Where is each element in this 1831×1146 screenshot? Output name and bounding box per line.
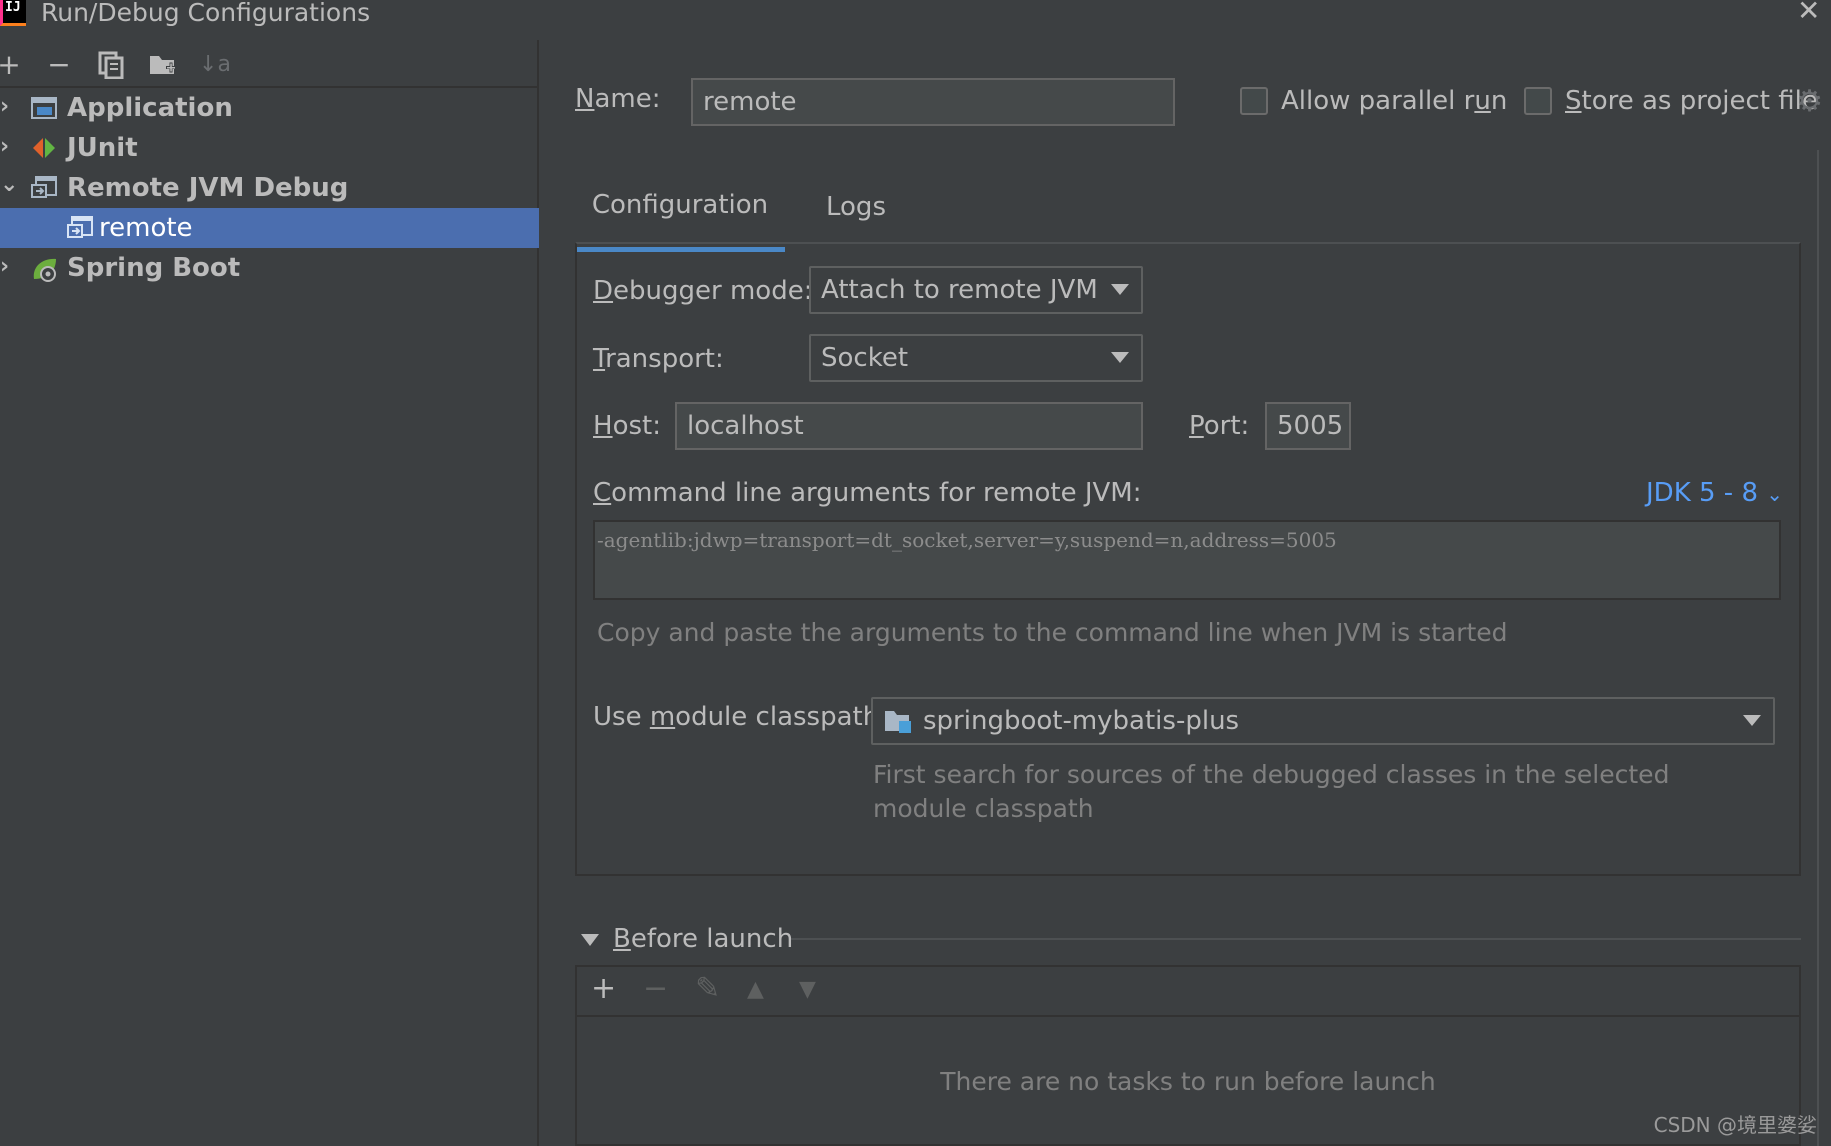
folder-add-icon[interactable] — [146, 48, 180, 82]
port-input[interactable]: 5005 — [1265, 402, 1351, 450]
chevron-right-icon[interactable]: › — [0, 256, 16, 278]
tree-item-label: remote — [99, 213, 193, 243]
tree-item-remote[interactable]: remote — [0, 208, 539, 248]
module-folder-icon — [883, 707, 915, 735]
store-as-project-file-label: Store as project file — [1565, 86, 1818, 116]
before-launch-header[interactable]: Before launch — [581, 924, 793, 954]
module-classpath-label: Use module classpath: — [593, 702, 888, 732]
sort-icon[interactable]: ↓a — [198, 48, 232, 82]
intellij-app-icon: IJ — [0, 0, 26, 26]
tree-item-junit[interactable]: › JUnit — [0, 128, 539, 168]
spring-boot-icon — [30, 255, 58, 282]
tree-item-label: JUnit — [67, 133, 138, 163]
module-classpath-value: springboot-mybatis-plus — [923, 706, 1240, 736]
debugger-mode-value: Attach to remote JVM — [821, 275, 1098, 305]
tree-item-label: Remote JVM Debug — [67, 173, 349, 203]
tree-item-spring-boot[interactable]: › Spring Boot — [0, 248, 539, 288]
allow-parallel-run-checkbox[interactable] — [1240, 87, 1268, 115]
host-input[interactable]: localhost — [675, 402, 1143, 450]
before-launch-panel: + − ✎ ▲ ▼ There are no tasks to run befo… — [575, 965, 1801, 1146]
configurations-tree-panel: + − ↓a › Application › JUnit ⌄ Remote JV… — [0, 40, 539, 1146]
transport-value: Socket — [821, 343, 909, 373]
module-classpath-dropdown[interactable]: springboot-mybatis-plus — [871, 697, 1775, 745]
store-as-project-file-checkbox[interactable] — [1524, 87, 1552, 115]
remove-icon[interactable]: − — [42, 48, 76, 82]
dropdown-arrow-icon — [1743, 715, 1761, 726]
gear-icon[interactable]: ⚙ — [1796, 84, 1823, 119]
chevron-down-icon: ⌄ — [1766, 482, 1784, 506]
tab-configuration[interactable]: Configuration — [575, 162, 785, 252]
window-title: Run/Debug Configurations — [41, 0, 371, 27]
move-up-icon[interactable]: ▲ — [747, 977, 764, 1002]
port-label: Port: — [1189, 411, 1250, 441]
chevron-down-icon[interactable]: ⌄ — [0, 174, 18, 196]
tree-item-label: Spring Boot — [67, 253, 241, 283]
configurations-tree: › Application › JUnit ⌄ Remote JVM Debug… — [0, 88, 539, 288]
before-launch-empty-text: There are no tasks to run before launch — [940, 1067, 1436, 1096]
dropdown-arrow-icon — [1111, 352, 1129, 363]
tree-item-remote-jvm-debug[interactable]: ⌄ Remote JVM Debug — [0, 168, 539, 208]
tree-toolbar: + − ↓a — [0, 40, 539, 88]
triangle-down-icon — [581, 933, 599, 946]
move-down-icon[interactable]: ▼ — [799, 977, 816, 1002]
close-icon[interactable]: ✕ — [1797, 0, 1821, 25]
remote-debug-icon — [30, 175, 58, 201]
cmd-args-textarea[interactable]: -agentlib:jdwp=transport=dt_socket,serve… — [593, 520, 1781, 600]
module-hint-line-2: module classpath — [873, 794, 1094, 823]
chevron-right-icon[interactable]: › — [0, 136, 16, 158]
debugger-mode-dropdown[interactable]: Attach to remote JVM — [809, 266, 1143, 314]
before-launch-separator — [791, 938, 1801, 940]
tree-item-application[interactable]: › Application — [0, 88, 539, 128]
module-hint-line-1: First search for sources of the debugged… — [873, 760, 1670, 789]
add-icon[interactable]: + — [0, 48, 26, 82]
host-label: Host: — [593, 411, 661, 441]
before-launch-toolbar: + − ✎ ▲ ▼ — [577, 967, 1799, 1017]
vertical-scrollbar[interactable] — [1817, 150, 1831, 1146]
configuration-editor: Name: remote Allow parallel run Store as… — [541, 40, 1831, 1146]
tab-logs[interactable]: Logs — [801, 162, 911, 252]
debugger-mode-label: Debugger mode: — [593, 276, 813, 306]
chevron-right-icon[interactable]: › — [0, 96, 16, 118]
transport-dropdown[interactable]: Socket — [809, 334, 1143, 382]
remote-debug-icon — [66, 215, 94, 241]
junit-icon — [30, 135, 58, 161]
application-icon — [30, 95, 58, 121]
name-label: Name: — [575, 84, 661, 114]
allow-parallel-run-label: Allow parallel run — [1281, 86, 1508, 116]
copy-icon[interactable] — [94, 48, 128, 82]
jdk-version-link[interactable]: JDK 5 - 8 ⌄ — [1646, 478, 1783, 508]
tree-item-label: Application — [67, 93, 233, 123]
add-task-icon[interactable]: + — [591, 971, 616, 1006]
cmd-args-hint: Copy and paste the arguments to the comm… — [597, 618, 1508, 647]
edit-task-icon[interactable]: ✎ — [695, 971, 720, 1006]
remove-task-icon[interactable]: − — [643, 971, 668, 1006]
watermark: CSDN @境里婆娑 — [1653, 1113, 1817, 1137]
title-bar: IJ Run/Debug Configurations ✕ — [0, 0, 1831, 30]
name-input[interactable]: remote — [691, 78, 1175, 126]
transport-label: Transport: — [593, 344, 724, 374]
dropdown-arrow-icon — [1111, 284, 1129, 295]
cmd-args-label: Command line arguments for remote JVM: — [593, 478, 1142, 508]
